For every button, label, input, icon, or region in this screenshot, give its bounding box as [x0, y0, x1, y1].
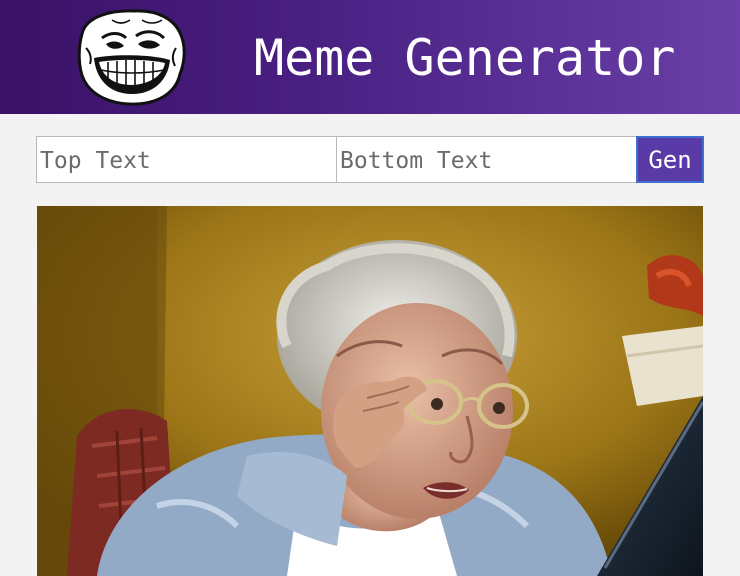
- bottom-text-input[interactable]: [336, 136, 637, 183]
- app-header: Meme Generator: [0, 0, 740, 114]
- meme-photo: [37, 206, 703, 576]
- page-title: Meme Generator: [254, 29, 676, 87]
- meme-form: Gen: [36, 136, 704, 183]
- troll-face-icon: [77, 9, 186, 106]
- generate-button[interactable]: Gen: [636, 136, 704, 183]
- top-text-input[interactable]: [36, 136, 337, 183]
- meme-image: [37, 206, 703, 576]
